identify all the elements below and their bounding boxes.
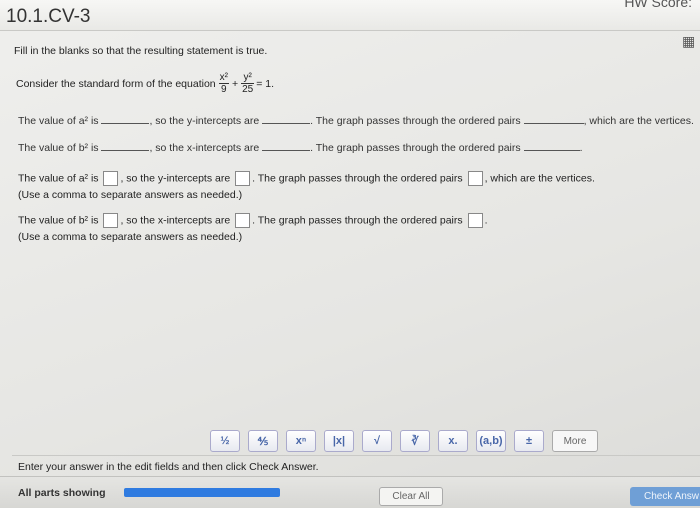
end-period: . [484,214,488,227]
faded-vertices-text: , which are the vertices. [583,115,694,127]
answer-row-a2: The value of a² is , so the y-intercepts… [18,171,595,186]
pairs-label-1: . The graph passes through the ordered p… [252,172,463,185]
plus-sign: + [231,77,239,90]
faded-row-a2: The value of a² is , so the y-intercepts… [18,113,694,127]
vertices-pairs-input[interactable] [467,171,483,186]
absolute-value-button[interactable]: |x| [324,430,354,452]
y-fraction: y² 25 [241,72,255,95]
comma-note-1: (Use a comma to separate answers as need… [18,189,243,201]
instruction-text: Fill in the blanks so that the resulting… [14,45,268,57]
parts-progress-bar [124,488,280,497]
b2-input[interactable] [103,213,119,228]
x-intercepts-input[interactable] [235,213,251,228]
pairs-label-2: . The graph passes through the ordered p… [252,214,463,227]
nth-root-button[interactable]: ∛ [400,430,430,452]
faded-pairs-text: . The graph passes through the ordered p… [310,115,521,127]
faded-row-b2: The value of b² is , so the x-intercepts… [18,140,582,154]
a2-label: The value of a² is [18,172,99,185]
ordered-pair-button[interactable]: (a,b) [476,430,506,452]
yint-label: , so the y-intercepts are [120,172,231,185]
math-toolbar: ½ ⅘ xⁿ |x| √ ∛ x. (a,b) ± More [210,428,598,454]
faded-blank [523,113,584,124]
faded-blank [101,113,150,124]
a2-input[interactable] [103,171,119,186]
check-answer-button[interactable]: Check Answ [630,487,700,506]
equation-rhs: = 1. [256,77,275,90]
y-numerator: y² [241,72,255,84]
faded-yint-text: , so the y-intercepts are [149,115,260,127]
vertices-label: , which are the vertices. [484,172,595,185]
faded-end-text: . [579,142,583,154]
faded-blank [101,140,150,151]
ordered-pairs-input[interactable] [467,213,483,228]
x-denominator: 9 [221,84,227,95]
all-parts-label: All parts showing [18,487,106,499]
plus-minus-button[interactable]: ± [514,430,544,452]
more-button[interactable]: More [552,430,598,452]
xint-label: , so the x-intercepts are [120,214,231,227]
faded-b2-text: The value of b² is [18,142,99,154]
title-bar: 10.1.CV-3 HW Score: [0,0,700,31]
faded-xint-text: , so the x-intercepts are [149,142,260,154]
x-numerator: x² [218,72,229,84]
comma-note-2: (Use a comma to separate answers as need… [18,231,243,243]
hw-score-label: HW Score: [624,0,692,10]
y-intercepts-input[interactable] [235,171,251,186]
exponent-button[interactable]: xⁿ [286,430,316,452]
grid-menu-icon[interactable]: ▦ [682,34,696,48]
x-fraction: x² 9 [218,72,229,95]
faded-blank [262,113,311,124]
square-root-button[interactable]: √ [362,430,392,452]
decimal-button[interactable]: x. [438,430,468,452]
b2-label: The value of b² is [18,214,99,227]
equation-prefix: Consider the standard form of the equati… [16,77,216,90]
faded-blank [262,140,311,151]
divider [12,455,700,456]
faded-a2-text: The value of a² is [18,115,99,127]
faded-blank [523,140,580,151]
footer-hint: Enter your answer in the edit fields and… [18,461,319,473]
y-denominator: 25 [242,84,254,95]
faded-pairs-text: . The graph passes through the ordered p… [310,142,521,154]
mixed-number-button[interactable]: ⅘ [248,430,278,452]
answer-row-b2: The value of b² is , so the x-intercepts… [18,213,487,228]
clear-all-button[interactable]: Clear All [379,487,443,506]
problem-title: 10.1.CV-3 [6,6,91,27]
fraction-button[interactable]: ½ [210,430,240,452]
equation-line: Consider the standard form of the equati… [16,72,274,95]
